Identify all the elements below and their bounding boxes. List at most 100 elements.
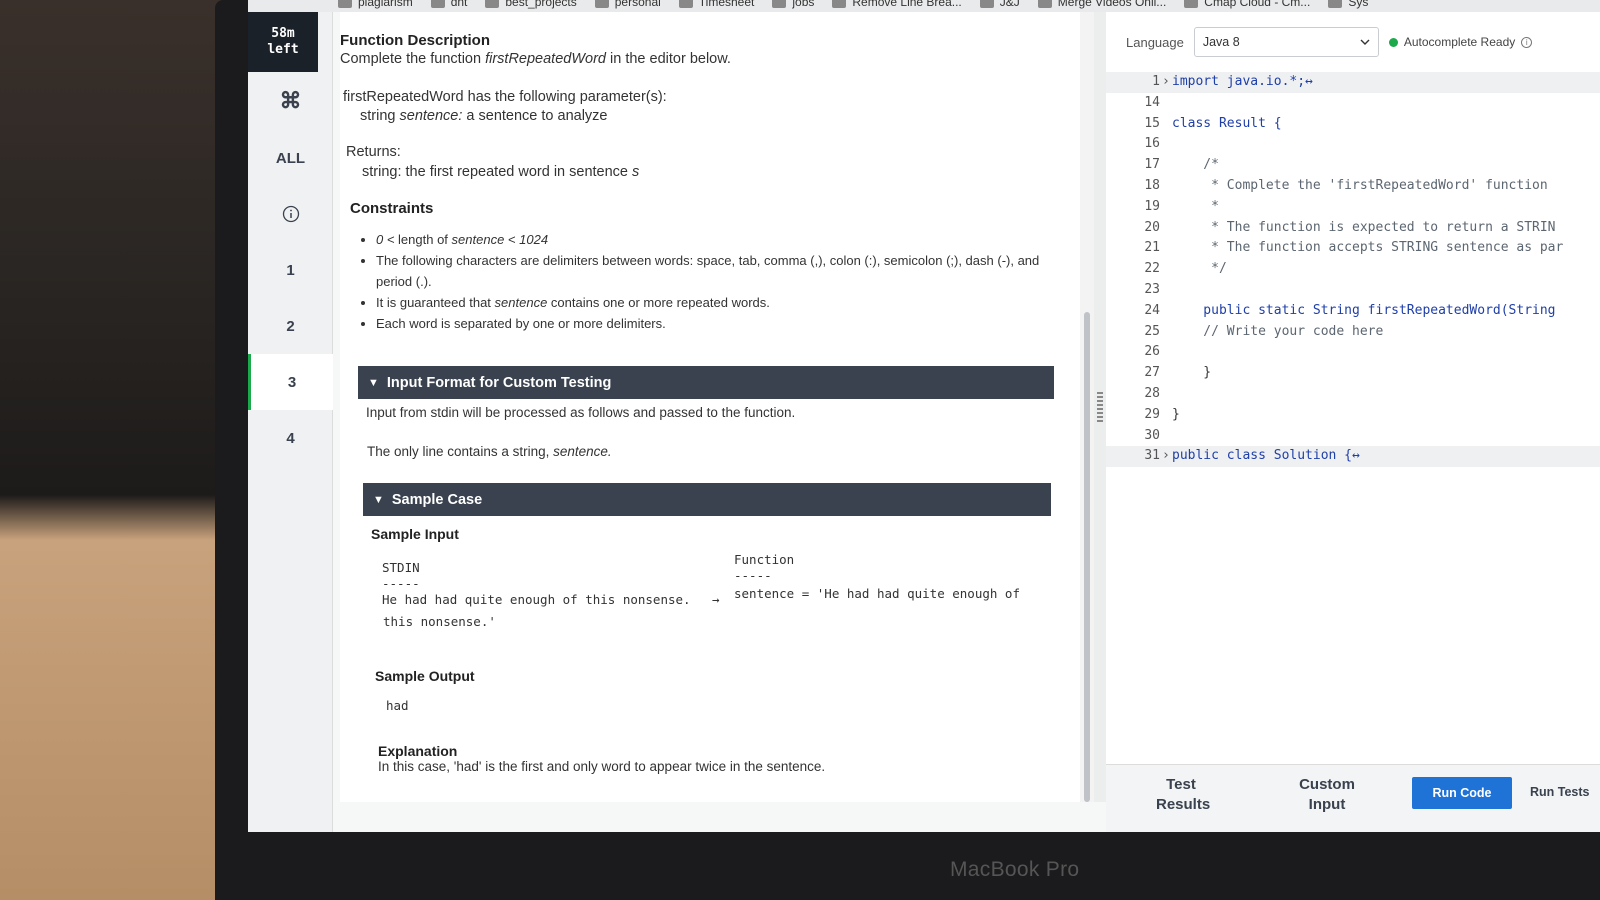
nav-question-2[interactable]: 2: [248, 298, 333, 354]
bookmark-item[interactable]: Cmap Cloud - Cm...: [1184, 0, 1310, 9]
bookmark-item[interactable]: Remove Line Brea...: [832, 0, 962, 9]
nav-all[interactable]: ALL: [248, 130, 333, 186]
line-number: 19: [1144, 198, 1160, 214]
function-value: sentence = 'He had had quite enough of: [734, 586, 1020, 601]
code-line: 23: [1106, 280, 1600, 301]
nav-question-3[interactable]: 3: [248, 354, 333, 410]
code-line: 30: [1106, 426, 1600, 447]
sample-input-block: STDIN ----- He had had quite enough of t…: [382, 548, 1080, 634]
line-number: 18: [1144, 177, 1160, 193]
background-left: [0, 0, 250, 900]
explanation-title: Explanation: [378, 743, 458, 759]
code-text: class Result {: [1172, 115, 1282, 131]
folder-icon: [979, 0, 994, 8]
editor-bottom-bar: Test Results Custom Input Run Code Run T…: [1106, 764, 1600, 832]
fold-chevron-icon[interactable]: ›: [1162, 446, 1170, 467]
bookmark-item[interactable]: jobs: [772, 0, 814, 9]
command-glyph: ⌘: [279, 88, 302, 113]
info-circle-icon: [282, 205, 299, 223]
returns-var: s: [632, 164, 640, 180]
info-icon[interactable]: i: [1521, 36, 1533, 48]
line-number: 25: [1144, 323, 1160, 339]
sample-case-header[interactable]: ▼ Sample Case: [363, 483, 1051, 516]
returns-title: Returns:: [346, 144, 401, 160]
param-name: sentence:: [399, 108, 463, 124]
code-line: 16: [1106, 134, 1600, 155]
tab-label: Custom Input: [1299, 776, 1355, 813]
language-select[interactable]: Java 8: [1193, 27, 1379, 57]
bookmark-item[interactable]: plagiarism: [338, 0, 413, 9]
bookmark-label: Cmap Cloud - Cm...: [1204, 0, 1311, 9]
bookmark-label: Timesheet: [698, 0, 755, 9]
nav-question-label: 2: [286, 317, 295, 335]
constraint-item: 0 < length of sentence < 1024: [376, 229, 1080, 250]
stdin-value: He had had quite enough of this nonsense…: [382, 592, 691, 607]
folder-icon: [338, 0, 352, 8]
line-number: 20: [1144, 219, 1160, 235]
bookmark-label: best_projects: [505, 0, 577, 9]
bookmark-item[interactable]: Sys: [1328, 0, 1368, 9]
caret-down-icon: ▼: [373, 493, 384, 506]
constraint-item: Each word is separated by one or more de…: [376, 313, 1080, 334]
command-icon[interactable]: ⌘: [248, 72, 333, 130]
code-line: 18 * Complete the 'firstRepeatedWord' fu…: [1106, 176, 1600, 197]
text: sentence.: [553, 444, 612, 459]
tab-label: Test Results: [1156, 776, 1211, 813]
bookmark-item[interactable]: best_projects: [485, 0, 577, 9]
nav-question-label: 1: [286, 261, 295, 279]
constraint-item: The following characters are delimiters …: [376, 250, 1080, 292]
input-format-header[interactable]: ▼ Input Format for Custom Testing: [358, 366, 1054, 399]
bookmark-item[interactable]: dnt: [430, 0, 467, 9]
code-line: 26: [1106, 342, 1600, 363]
nav-question-1[interactable]: 1: [248, 242, 333, 298]
bookmark-item[interactable]: Timesheet: [678, 0, 755, 9]
text: sentence < 1024: [451, 232, 549, 247]
code-text: * The function is expected to return a S…: [1172, 219, 1556, 235]
line-number: 23: [1144, 281, 1160, 297]
code-line: 29}: [1106, 405, 1600, 426]
folder-icon: [1184, 0, 1199, 8]
line-number: 21: [1144, 240, 1160, 256]
run-tests-button[interactable]: Run Tests: [1530, 785, 1590, 799]
code-line: 14: [1106, 93, 1600, 114]
code-text: * The function accepts STRING sentence a…: [1172, 240, 1564, 256]
code-line: 19 *: [1106, 197, 1600, 218]
problem-scrollbar[interactable]: [1080, 12, 1094, 802]
bookmark-label: plagiarism: [358, 0, 413, 9]
param-desc: a sentence to analyze: [462, 108, 608, 124]
fold-chevron-icon[interactable]: ›: [1162, 72, 1170, 93]
sample-input-title: Sample Input: [371, 526, 459, 542]
line-number: 29: [1144, 406, 1160, 422]
run-code-button[interactable]: Run Code: [1412, 777, 1512, 809]
input-format-line1: Input from stdin will be processed as fo…: [366, 405, 796, 420]
code-line: 24 public static String firstRepeatedWor…: [1106, 301, 1600, 322]
timer: 58m left: [248, 12, 318, 72]
code-editor[interactable]: 1 › import java.io.*;↔ 14 15 class Result {16…: [1106, 72, 1600, 752]
tab-custom-input[interactable]: Custom Input: [1256, 765, 1398, 815]
text: 0 <: [376, 232, 399, 247]
sample-output-title: Sample Output: [375, 668, 475, 684]
pane-splitter[interactable]: [1094, 12, 1106, 802]
bookmark-item[interactable]: Merge Videos Onli...: [1037, 0, 1166, 9]
text: length of: [398, 232, 452, 247]
bookmark-item[interactable]: J&J: [979, 0, 1020, 9]
line-number: 30: [1144, 427, 1160, 443]
code-line: 20 * The function is expected to return …: [1106, 218, 1600, 239]
tab-test-results[interactable]: Test Results: [1106, 765, 1256, 815]
param-type: string: [360, 108, 400, 124]
folder-icon: [1037, 0, 1052, 8]
scroll-thumb[interactable]: [1084, 312, 1090, 802]
folder-icon: [430, 0, 445, 8]
bookmark-item[interactable]: personal: [594, 0, 661, 9]
code-text: * Complete the 'firstRepeatedWord' funct…: [1172, 177, 1548, 193]
returns-desc: string: the first repeated word in sente…: [362, 164, 1080, 180]
chevron-down-icon: [1360, 39, 1370, 45]
nav-question-4[interactable]: 4: [248, 410, 333, 466]
code-line: 17 /*: [1106, 155, 1600, 176]
info-icon[interactable]: [248, 186, 333, 242]
screen: plagiarism dnt best_projects personal Timesh…: [248, 0, 1600, 832]
function-dashes: -----: [734, 568, 772, 583]
language-bar: Language Java 8 Autocomplete Ready i: [1106, 12, 1600, 72]
line-number: 24: [1144, 302, 1160, 318]
status-dot-icon: [1388, 37, 1398, 47]
